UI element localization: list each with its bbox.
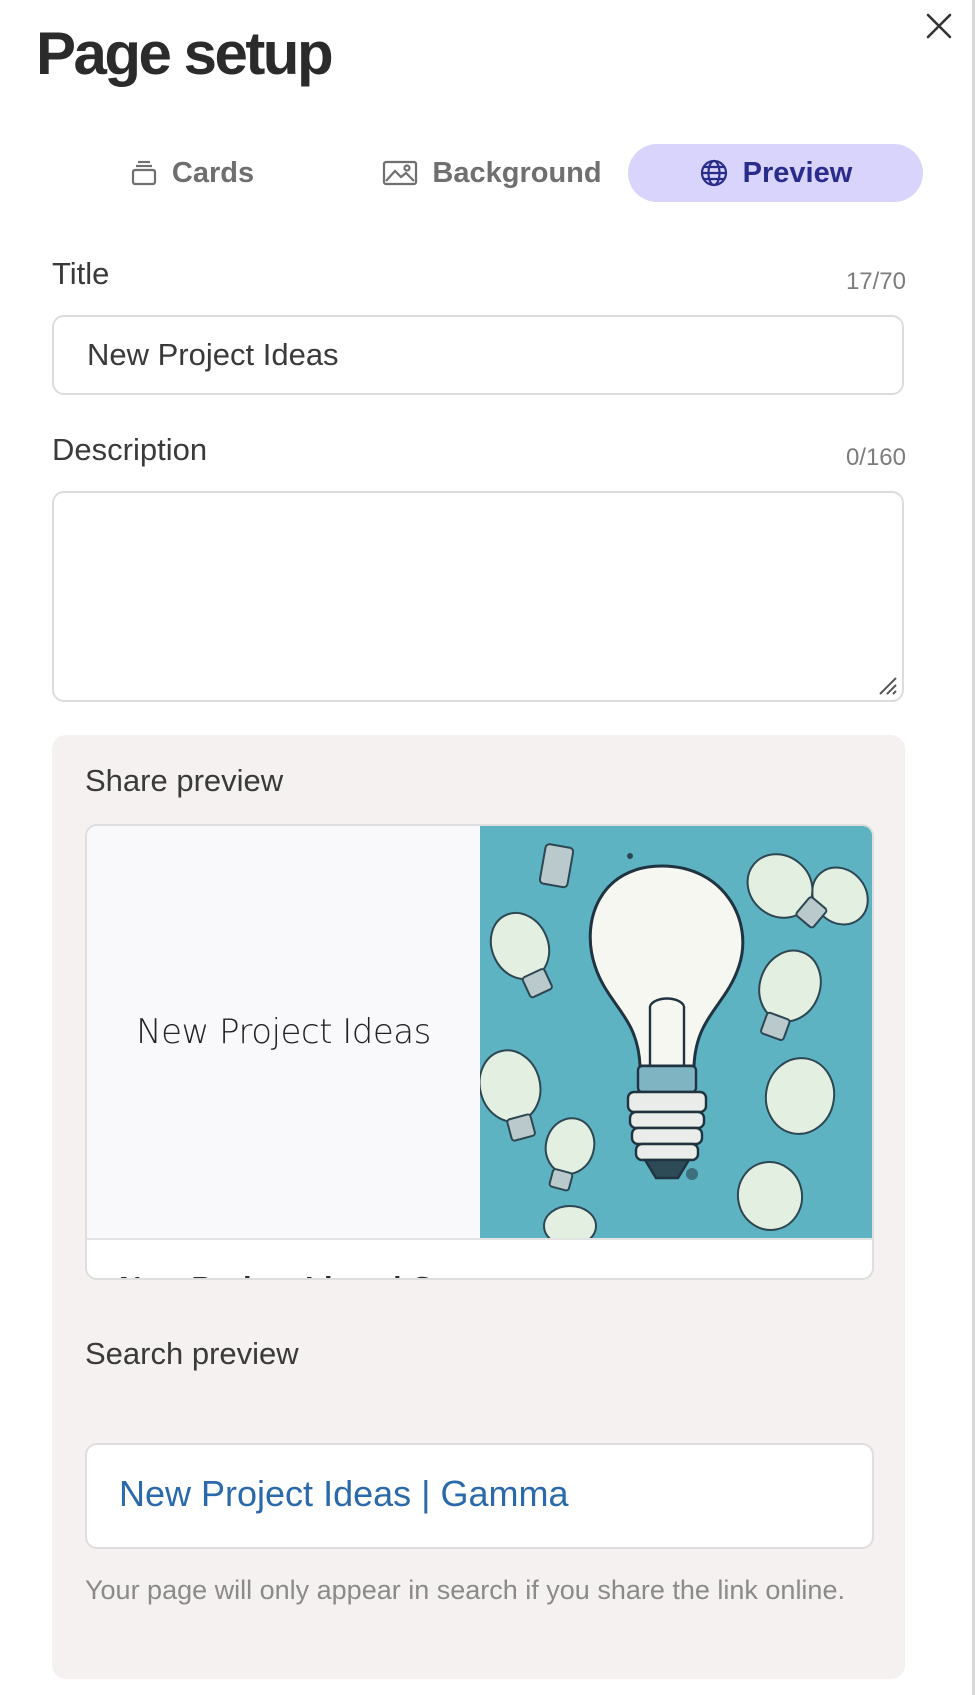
- tab-cards[interactable]: Cards: [92, 144, 292, 202]
- lightbulb-illustration: [480, 826, 872, 1238]
- search-preview-link: New Project Ideas | Gamma: [119, 1473, 569, 1514]
- globe-icon: [700, 159, 727, 187]
- description-counter: 0/160: [845, 444, 906, 471]
- tab-preview[interactable]: Preview: [628, 144, 923, 202]
- tab-label: Preview: [742, 156, 853, 189]
- cards-stack-icon: [131, 160, 156, 186]
- tab-bar: Cards Background Preview: [92, 144, 924, 204]
- page-title: Page setup: [36, 20, 334, 87]
- title-input[interactable]: New Project Ideas: [52, 315, 904, 395]
- search-preview-note: Your page will only appear in search if …: [85, 1575, 845, 1605]
- close-icon: [926, 13, 952, 39]
- description-textarea[interactable]: [52, 491, 904, 702]
- title-input-value: New Project Ideas: [87, 337, 339, 372]
- share-card-footer: New Project Ideas | Gamma: [87, 1238, 872, 1278]
- image-icon: [383, 160, 418, 186]
- tab-label: Background: [432, 156, 602, 189]
- search-preview-label: Search preview: [85, 1336, 299, 1371]
- share-card-footer-text: New Project Ideas | Gamma: [119, 1270, 524, 1278]
- title-counter: 17/70: [845, 268, 906, 295]
- close-button[interactable]: [921, 8, 957, 44]
- share-card-text-area: New Project Ideas: [87, 826, 480, 1238]
- preview-panel: Share preview New Project Ideas Search p…: [52, 735, 905, 1679]
- share-card-image: [480, 826, 872, 1238]
- search-preview-card: New Project Ideas | Gamma: [85, 1443, 874, 1549]
- share-preview-label: Share preview: [85, 763, 284, 798]
- resize-handle-icon[interactable]: [876, 674, 898, 696]
- tab-background[interactable]: Background: [342, 144, 642, 202]
- share-card-title: New Project Ideas: [136, 1012, 431, 1052]
- title-label: Title: [52, 256, 110, 291]
- share-preview-card: New Project Ideas: [85, 824, 874, 1280]
- description-label: Description: [52, 432, 208, 467]
- tab-label: Cards: [171, 156, 255, 189]
